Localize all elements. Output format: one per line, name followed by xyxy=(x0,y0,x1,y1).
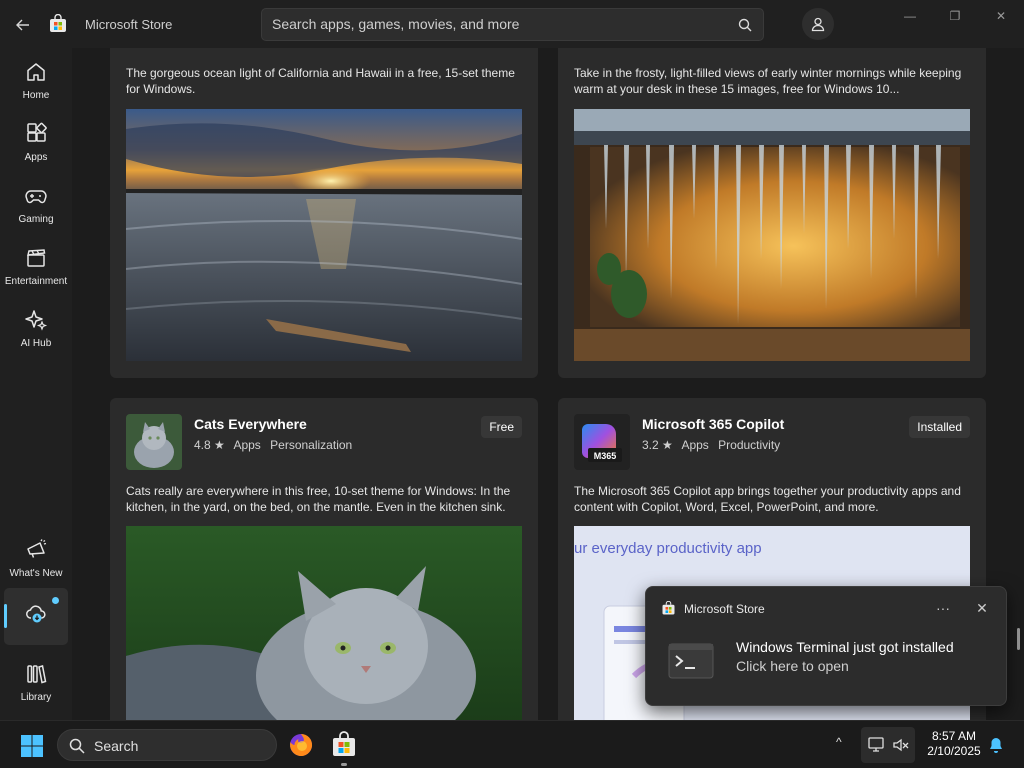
maximize-button[interactable]: ❐ xyxy=(940,6,970,26)
screenshot-caption: ur everyday productivity app xyxy=(574,540,762,557)
sidebar-item-label: Apps xyxy=(24,152,48,163)
tray-status-group[interactable] xyxy=(861,727,915,763)
installed-badge[interactable]: Installed xyxy=(909,416,970,438)
notification-close-button[interactable]: ✕ xyxy=(971,597,993,619)
notification-more-button[interactable]: ··· xyxy=(932,597,954,619)
search-icon xyxy=(69,738,85,754)
sidebar-item-whats-new[interactable]: What's New xyxy=(0,538,72,596)
theme-card-winter[interactable]: Take in the frosty, light-filled views o… xyxy=(558,48,986,378)
taskbar-search[interactable]: Search xyxy=(57,729,277,761)
notification-bell-icon[interactable] xyxy=(987,736,1005,754)
clapperboard-icon xyxy=(27,249,46,267)
downloads-icon xyxy=(26,605,46,623)
microsoft-store-logo-icon xyxy=(662,601,675,615)
cat-photo-image xyxy=(126,526,522,720)
notification-title: Windows Terminal just got installed xyxy=(736,639,954,655)
clock-date: 2/10/2025 xyxy=(927,744,981,758)
title-bar: Microsoft Store — ❐ ✕ xyxy=(0,0,1024,48)
sidebar-item-label: Library xyxy=(20,692,52,703)
tray-overflow-chevron-icon[interactable]: ^ xyxy=(836,735,854,753)
sidebar-item-label: Gaming xyxy=(18,214,54,225)
system-clock[interactable]: 8:57 AM 2/10/2025 xyxy=(918,729,990,759)
person-icon xyxy=(811,17,825,32)
sidebar-item-library[interactable]: Library xyxy=(0,662,72,720)
app-meta: 4.8 ★ Apps Personalization xyxy=(194,438,358,452)
network-icon xyxy=(868,737,884,752)
sidebar-item-ai-hub[interactable]: AI Hub xyxy=(0,308,72,366)
card-description: Take in the frosty, light-filled views o… xyxy=(574,66,962,96)
minimize-button[interactable]: — xyxy=(895,6,925,26)
close-button[interactable]: ✕ xyxy=(986,6,1016,26)
library-icon xyxy=(27,665,47,684)
notification-subtitle[interactable]: Click here to open xyxy=(736,658,849,674)
gamepad-icon xyxy=(25,190,47,204)
app-subcategory: Personalization xyxy=(270,438,353,452)
sidebar-item-home[interactable]: Home xyxy=(0,60,72,118)
sidebar-item-gaming[interactable]: Gaming xyxy=(0,184,72,242)
taskbar-search-label: Search xyxy=(94,738,139,754)
sparkle-icon xyxy=(25,310,48,331)
app-category: Apps xyxy=(233,438,261,452)
sidebar-item-label: Home xyxy=(22,90,50,101)
sidebar-item-apps[interactable]: Apps xyxy=(0,122,72,180)
apps-icon xyxy=(27,122,47,142)
card-description: The gorgeous ocean light of California a… xyxy=(126,66,515,96)
app-card-cats-everywhere[interactable]: Cats Everywhere 4.8 ★ Apps Personalizati… xyxy=(110,398,538,720)
firefox-icon[interactable] xyxy=(287,731,315,759)
home-icon xyxy=(27,63,45,81)
sidebar-item-label: AI Hub xyxy=(20,338,52,349)
active-app-indicator xyxy=(341,763,347,766)
account-button[interactable] xyxy=(802,8,834,40)
install-notification[interactable]: Microsoft Store ··· ✕ Windows Terminal j… xyxy=(645,586,1007,706)
icicles-window-image xyxy=(574,109,970,361)
clock-time: 8:57 AM xyxy=(931,729,977,743)
arrow-left-icon xyxy=(16,19,29,31)
theme-card-ocean[interactable]: The gorgeous ocean light of California a… xyxy=(110,48,538,378)
terminal-app-icon xyxy=(668,643,714,679)
card-description: The Microsoft 365 Copilot app brings tog… xyxy=(574,484,961,514)
app-subcategory: Productivity xyxy=(718,438,781,452)
megaphone-icon xyxy=(27,539,47,558)
m365-copilot-app-icon: M365 xyxy=(574,414,630,470)
app-name: Cats Everywhere xyxy=(194,416,307,432)
sidebar: Home Apps Gaming Entertainment AI Hub Wh… xyxy=(0,48,72,720)
price-badge[interactable]: Free xyxy=(481,416,522,438)
back-button[interactable] xyxy=(10,12,36,38)
sidebar-item-entertainment[interactable]: Entertainment xyxy=(0,246,72,304)
search-input[interactable] xyxy=(272,16,712,32)
app-title: Microsoft Store xyxy=(85,17,173,32)
sidebar-item-downloads[interactable] xyxy=(0,602,72,660)
card-description: Cats really are everywhere in this free,… xyxy=(126,484,511,514)
m365-icon-text: M365 xyxy=(594,451,617,461)
taskbar: Search ^ 8:57 AM 2/10/2025 xyxy=(0,720,1024,768)
microsoft-store-taskbar-icon[interactable] xyxy=(330,731,358,759)
search-icon[interactable] xyxy=(737,17,753,33)
search-box[interactable] xyxy=(261,8,764,41)
ocean-sunset-image xyxy=(126,109,522,361)
app-category: Apps xyxy=(681,438,709,452)
windows-start-icon[interactable] xyxy=(20,734,44,758)
content-scrollbar[interactable] xyxy=(1017,628,1020,650)
app-rating: 4.8 ★ xyxy=(194,438,225,452)
sidebar-item-label: What's New xyxy=(9,568,63,579)
app-meta: 3.2 ★ Apps Productivity xyxy=(642,438,786,452)
notification-app-name: Microsoft Store xyxy=(684,602,765,616)
microsoft-store-logo-icon xyxy=(50,14,66,32)
speaker-muted-icon xyxy=(893,738,909,752)
cats-everywhere-app-icon xyxy=(126,414,182,470)
app-name: Microsoft 365 Copilot xyxy=(642,416,785,432)
sidebar-item-label: Entertainment xyxy=(4,276,68,287)
app-rating: 3.2 ★ xyxy=(642,438,673,452)
